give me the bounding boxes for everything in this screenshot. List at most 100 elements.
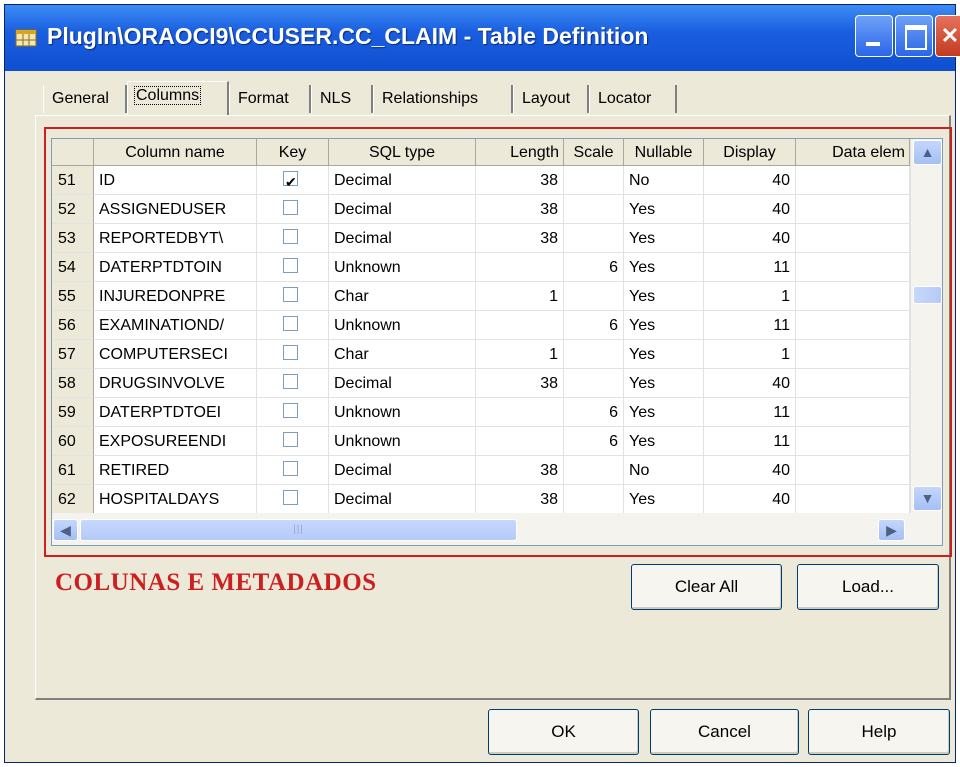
cell-scale[interactable]: 6	[564, 398, 624, 427]
tab-general[interactable]: General	[43, 85, 127, 113]
key-checkbox[interactable]	[283, 229, 298, 244]
header-key[interactable]: Key	[257, 139, 329, 166]
cell-data-element[interactable]	[796, 282, 910, 311]
cell-length[interactable]: 38	[476, 166, 564, 195]
cell-nullable[interactable]: Yes	[624, 340, 704, 369]
key-checkbox[interactable]	[283, 258, 298, 273]
cell-column-name[interactable]: ASSIGNEDUSER	[94, 195, 257, 224]
cell-key[interactable]	[257, 195, 329, 224]
cell-display[interactable]: 40	[704, 224, 796, 253]
cell-data-element[interactable]	[796, 369, 910, 398]
cell-display[interactable]: 11	[704, 311, 796, 340]
key-checkbox[interactable]	[283, 168, 298, 194]
cell-display[interactable]: 40	[704, 195, 796, 224]
cell-data-element[interactable]	[796, 456, 910, 485]
ok-button[interactable]: OK	[488, 709, 639, 755]
key-checkbox[interactable]	[283, 200, 298, 215]
cell-nullable[interactable]: Yes	[624, 427, 704, 456]
horizontal-scroll-thumb[interactable]: |||	[80, 519, 517, 541]
header-length[interactable]: Length	[476, 139, 564, 166]
cell-nullable[interactable]: Yes	[624, 398, 704, 427]
table-row[interactable]: 61 RETIRED Decimal 38 No 40	[52, 456, 910, 485]
cell-length[interactable]: 38	[476, 224, 564, 253]
cell-column-name[interactable]: COMPUTERSECI	[94, 340, 257, 369]
scroll-right-button[interactable]: ▶	[878, 519, 905, 541]
cell-nullable[interactable]: Yes	[624, 253, 704, 282]
maximize-button[interactable]	[895, 15, 933, 57]
scroll-up-button[interactable]: ▲	[913, 140, 942, 165]
cell-data-element[interactable]	[796, 311, 910, 340]
vertical-scrollbar[interactable]: ▲ ▼	[910, 139, 942, 513]
cell-scale[interactable]	[564, 456, 624, 485]
columns-grid[interactable]: Column name Key SQL type Length Scale Nu…	[51, 138, 943, 546]
cell-nullable[interactable]: Yes	[624, 195, 704, 224]
cell-display[interactable]: 11	[704, 427, 796, 456]
cell-display[interactable]: 40	[704, 369, 796, 398]
clear-all-button[interactable]: Clear All	[631, 564, 782, 610]
key-checkbox[interactable]	[283, 461, 298, 476]
cell-sql-type[interactable]: Decimal	[329, 456, 476, 485]
cell-scale[interactable]: 6	[564, 253, 624, 282]
cell-data-element[interactable]	[796, 195, 910, 224]
cell-scale[interactable]	[564, 369, 624, 398]
cell-key[interactable]	[257, 340, 329, 369]
close-button[interactable]: ✕	[935, 15, 960, 57]
table-row[interactable]: 57 COMPUTERSECI Char 1 Yes 1	[52, 340, 910, 369]
cell-scale[interactable]	[564, 485, 624, 514]
cell-sql-type[interactable]: Decimal	[329, 485, 476, 514]
table-row[interactable]: 51ID Decimal38 No40	[52, 166, 910, 195]
cell-sql-type[interactable]: Unknown	[329, 253, 476, 282]
cell-data-element[interactable]	[796, 485, 910, 514]
cell-column-name[interactable]: DRUGSINVOLVE	[94, 369, 257, 398]
vertical-scroll-thumb[interactable]	[913, 286, 942, 304]
cell-data-element[interactable]	[796, 224, 910, 253]
cell-nullable[interactable]: Yes	[624, 369, 704, 398]
cell-sql-type[interactable]: Unknown	[329, 398, 476, 427]
cell-sql-type[interactable]: Unknown	[329, 427, 476, 456]
tab-locator[interactable]: Locator	[589, 85, 677, 113]
cell-column-name[interactable]: REPORTEDBYT\	[94, 224, 257, 253]
cell-display[interactable]: 40	[704, 485, 796, 514]
cell-sql-type[interactable]: Decimal	[329, 369, 476, 398]
cell-key[interactable]	[257, 427, 329, 456]
cell-key[interactable]	[257, 253, 329, 282]
scroll-down-button[interactable]: ▼	[913, 486, 942, 511]
title-bar[interactable]: PlugIn\ORAOCI9\CCUSER.CC_CLAIM - Table D…	[5, 5, 960, 71]
cell-data-element[interactable]	[796, 398, 910, 427]
cell-scale[interactable]	[564, 282, 624, 311]
cell-key[interactable]	[257, 224, 329, 253]
cell-length[interactable]: 1	[476, 340, 564, 369]
cell-scale[interactable]	[564, 340, 624, 369]
header-scale[interactable]: Scale	[564, 139, 624, 166]
tab-nls[interactable]: NLS	[311, 85, 373, 113]
cell-scale[interactable]: 6	[564, 427, 624, 456]
cell-key[interactable]	[257, 166, 329, 195]
key-checkbox[interactable]	[283, 432, 298, 447]
table-row[interactable]: 56 EXAMINATIOND/Unknown 6 Yes 11	[52, 311, 910, 340]
cell-column-name[interactable]: ID	[94, 166, 257, 195]
cell-column-name[interactable]: DATERPTDTOEI	[94, 398, 257, 427]
cell-length[interactable]	[476, 311, 564, 340]
table-row[interactable]: 60 EXPOSUREENDI Unknown 6 Yes 11	[52, 427, 910, 456]
cell-sql-type[interactable]: Char	[329, 340, 476, 369]
cell-column-name[interactable]: HOSPITALDAYS	[94, 485, 257, 514]
cell-nullable[interactable]: No	[624, 456, 704, 485]
key-checkbox[interactable]	[283, 490, 298, 505]
cell-data-element[interactable]	[796, 427, 910, 456]
cell-sql-type[interactable]: Decimal	[329, 166, 476, 195]
cell-display[interactable]: 40	[704, 166, 796, 195]
table-row[interactable]: 58 DRUGSINVOLVE Decimal 38 Yes 40	[52, 369, 910, 398]
key-checkbox[interactable]	[283, 403, 298, 418]
cell-length[interactable]: 38	[476, 456, 564, 485]
table-row[interactable]: 53 REPORTEDBYT\ Decimal 38 Yes 40	[52, 224, 910, 253]
cell-data-element[interactable]	[796, 166, 910, 195]
cell-nullable[interactable]: Yes	[624, 224, 704, 253]
cell-length[interactable]	[476, 427, 564, 456]
table-row[interactable]: 62 HOSPITALDAYS Decimal 38 Yes 40	[52, 485, 910, 514]
cell-scale[interactable]	[564, 195, 624, 224]
cell-scale[interactable]	[564, 224, 624, 253]
header-data-element[interactable]: Data elem	[796, 139, 910, 166]
cell-display[interactable]: 1	[704, 282, 796, 311]
cell-length[interactable]: 1	[476, 282, 564, 311]
key-checkbox[interactable]	[283, 345, 298, 360]
